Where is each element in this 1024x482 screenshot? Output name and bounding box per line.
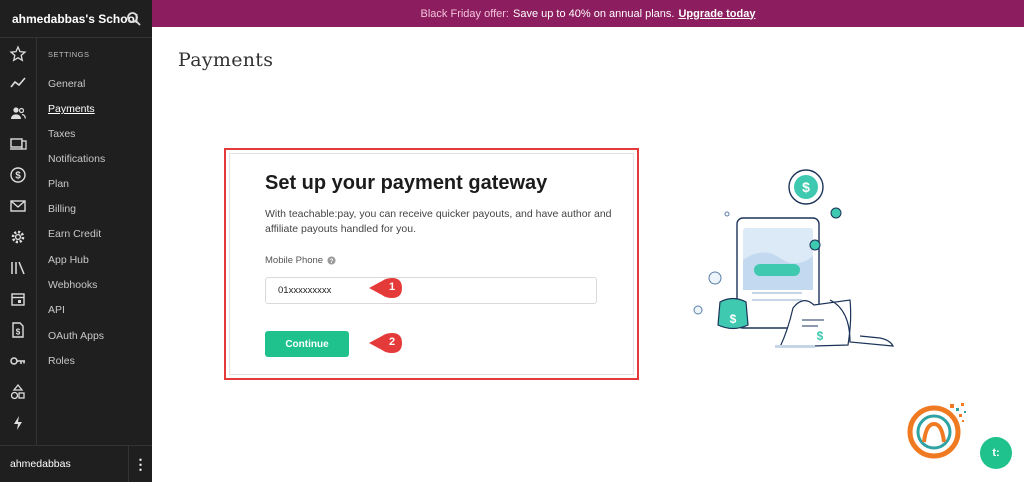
nav-item-plan[interactable]: Plan [48, 178, 69, 190]
sidebar: ahmedabbas's School $ $ SETTINGS General… [0, 0, 152, 482]
icon-rail: $ $ [0, 38, 37, 446]
card-title: Set up your payment gateway [265, 172, 548, 194]
card-description: With teachable:pay, you can receive quic… [265, 208, 612, 235]
more-vertical-icon[interactable]: ⋮ [128, 446, 152, 482]
school-name: ahmedabbas's School [12, 11, 139, 26]
bolt-icon[interactable] [9, 414, 27, 432]
nav-item-oauth-apps[interactable]: OAuth Apps [48, 330, 104, 342]
svg-text:$: $ [15, 171, 21, 182]
search-icon[interactable] [126, 11, 142, 27]
nav-item-payments[interactable]: Payments [48, 103, 95, 115]
nav-item-notifications[interactable]: Notifications [48, 153, 105, 165]
nav-item-earn-credit[interactable]: Earn Credit [48, 228, 101, 240]
nav-item-api[interactable]: API [48, 304, 65, 316]
payment-illustration: $ $ $ [693, 169, 895, 348]
nav-item-roles[interactable]: Roles [48, 355, 75, 367]
mobile-phone-label-text: Mobile Phone [265, 255, 324, 266]
nav-item-billing[interactable]: Billing [48, 203, 76, 215]
nav-item-app-hub[interactable]: App Hub [48, 254, 89, 266]
user-name: ahmedabbas [10, 458, 71, 470]
nav-item-general[interactable]: General [48, 78, 85, 90]
callout-1: 1 [368, 278, 404, 298]
payment-gateway-card: Set up your payment gateway With teachab… [229, 153, 634, 375]
callout-1-number: 1 [388, 281, 396, 293]
banner-label: Black Friday offer: [420, 7, 509, 20]
page-title: Payments [178, 49, 274, 71]
svg-text:?: ? [330, 258, 334, 265]
user-bar[interactable]: ahmedabbas ⋮ [0, 445, 152, 482]
document-dollar-icon[interactable]: $ [9, 321, 27, 339]
upgrade-link[interactable]: Upgrade today [678, 8, 755, 20]
gear-icon[interactable] [9, 228, 27, 246]
mail-icon[interactable] [9, 197, 27, 215]
library-icon[interactable] [9, 259, 27, 277]
svg-text:$: $ [730, 312, 737, 326]
key-icon[interactable] [9, 352, 27, 370]
channel-logo [907, 403, 966, 459]
school-header[interactable]: ahmedabbas's School [0, 0, 152, 38]
mobile-phone-input[interactable] [265, 277, 597, 304]
svg-text:$: $ [16, 328, 21, 337]
svg-text:$: $ [802, 179, 810, 195]
banner-text: Save up to 40% on annual plans. [512, 7, 675, 20]
chat-button[interactable]: t: [980, 437, 1012, 469]
dollar-circle-icon[interactable]: $ [9, 166, 27, 184]
trend-icon[interactable] [9, 74, 27, 92]
calendar-icon[interactable] [9, 290, 27, 308]
users-icon[interactable] [9, 104, 27, 122]
star-icon[interactable] [9, 45, 27, 63]
devices-icon[interactable] [9, 135, 27, 153]
shapes-icon[interactable] [9, 383, 27, 401]
callout-2: 2 [368, 333, 404, 353]
callout-2-number: 2 [388, 336, 396, 348]
nav-item-taxes[interactable]: Taxes [48, 128, 75, 140]
nav-item-webhooks[interactable]: Webhooks [48, 279, 97, 291]
settings-heading: SETTINGS [48, 50, 90, 59]
help-icon[interactable]: ? [327, 256, 336, 265]
app-window: ahmedabbas's School $ $ SETTINGS General… [0, 0, 1024, 482]
svg-text:$: $ [817, 329, 824, 343]
promo-banner: Black Friday offer: Save up to 40% on an… [152, 0, 1024, 27]
mobile-phone-label: Mobile Phone ? [265, 255, 336, 266]
continue-button[interactable]: Continue [265, 331, 349, 357]
